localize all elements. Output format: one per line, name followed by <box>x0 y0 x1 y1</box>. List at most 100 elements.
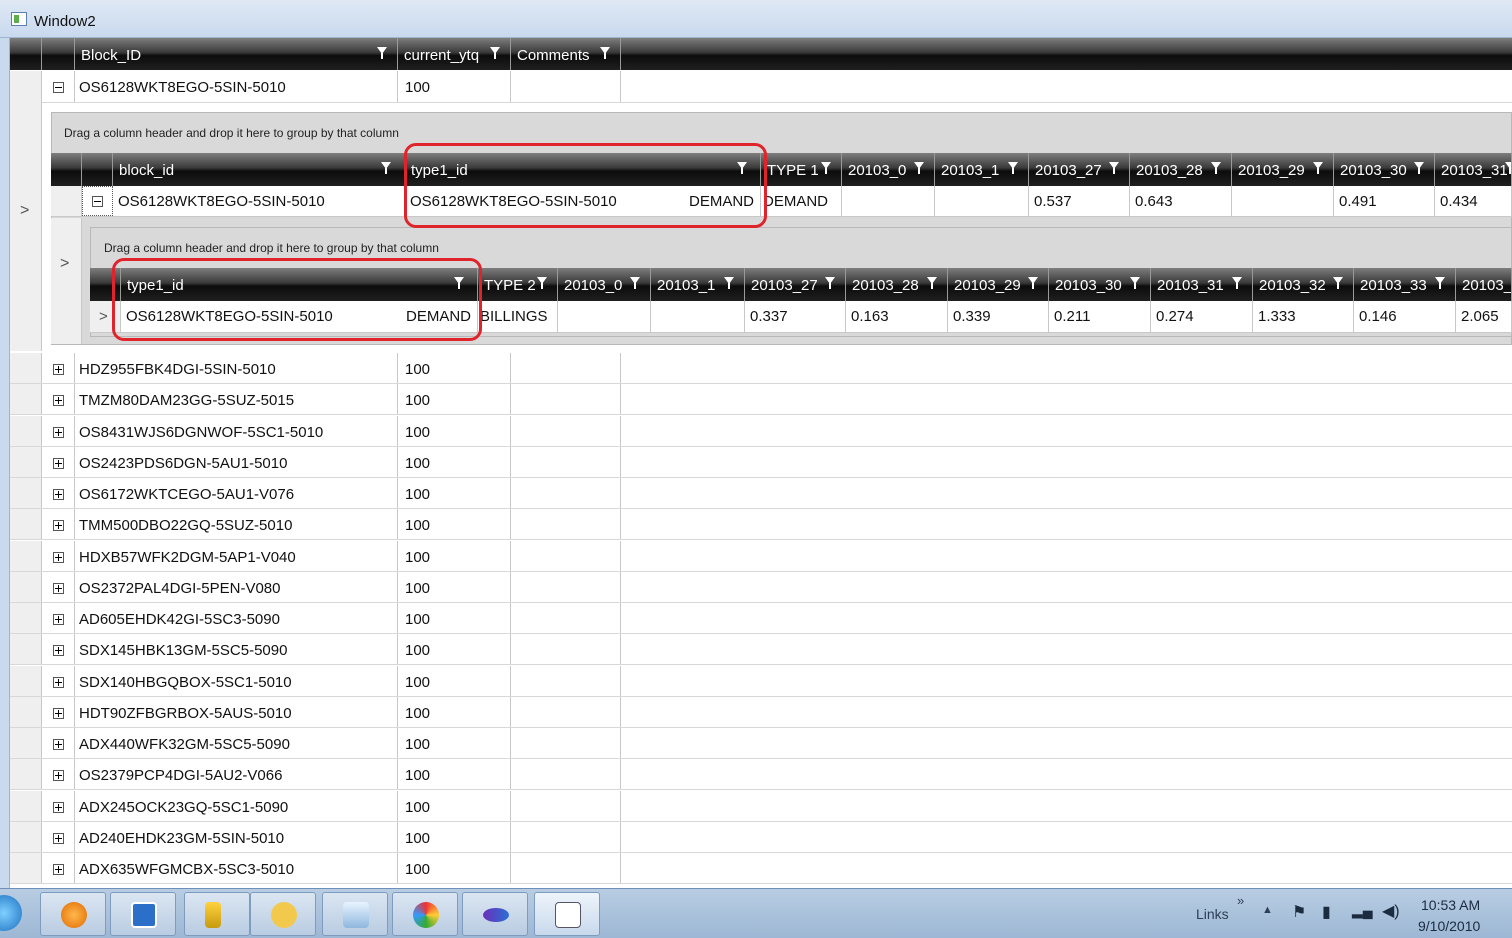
row-selector[interactable] <box>10 416 42 446</box>
comments-cell[interactable] <box>511 572 621 602</box>
value-cell-20103-1[interactable] <box>651 301 745 332</box>
value-cell-20103-28[interactable]: 0.163 <box>846 301 948 332</box>
table-row[interactable]: OS8431WJS6DGNWOF-5SC1-5010 100 <box>10 416 1512 447</box>
row-selector[interactable] <box>10 791 42 821</box>
filter-icon[interactable] <box>1435 277 1445 290</box>
row-selector[interactable] <box>10 759 42 789</box>
column-header-20103-32[interactable]: 20103_32 <box>1253 268 1354 301</box>
expand-icon[interactable] <box>53 489 64 500</box>
row-expander[interactable] <box>42 791 75 821</box>
row-expander[interactable] <box>42 509 75 539</box>
expand-icon[interactable] <box>53 739 64 750</box>
filter-icon[interactable] <box>724 277 734 290</box>
expand-icon[interactable] <box>53 427 64 438</box>
filter-icon[interactable] <box>1008 162 1018 175</box>
detail1-row[interactable]: OS6128WKT8EGO-5SIN-5010 OS6128WKT8EGO-5S… <box>51 186 1512 217</box>
column-header-20103-31[interactable]: 20103_31 <box>1435 153 1512 186</box>
block-id-cell[interactable]: ADX245OCK23GQ-5SC1-5090 <box>75 791 398 821</box>
block-id-cell[interactable]: OS6172WKTCEGO-5AU1-V076 <box>75 478 398 508</box>
network-icon[interactable]: ▂▄ <box>1352 902 1373 919</box>
row-expander[interactable] <box>42 634 75 664</box>
column-header-20103-29[interactable]: 20103_29 <box>948 268 1049 301</box>
volume-icon[interactable]: ◀) <box>1382 901 1400 921</box>
comments-cell[interactable] <box>511 634 621 664</box>
table-row[interactable]: HDXB57WFK2DGM-5AP1-V040 100 <box>10 541 1512 572</box>
current-ytq-cell[interactable]: 100 <box>398 822 511 852</box>
block-id-cell[interactable]: OS6128WKT8EGO-5SIN-5010 <box>75 71 398 102</box>
toolbar-overflow-chevron-icon[interactable]: » <box>1237 893 1244 908</box>
column-header-20103-27[interactable]: 20103_27 <box>745 268 846 301</box>
expand-icon[interactable] <box>53 677 64 688</box>
value-cell-20103-28[interactable]: 0.643 <box>1130 186 1232 216</box>
comments-cell[interactable] <box>511 71 621 102</box>
filter-icon[interactable] <box>927 277 937 290</box>
group-panel-hint[interactable]: Drag a column header and drop it here to… <box>64 126 399 140</box>
type2-cell[interactable]: BILLINGS <box>478 301 558 332</box>
taskbar-button-outlook[interactable] <box>250 892 316 936</box>
comments-cell[interactable] <box>511 384 621 414</box>
value-cell-20103-31[interactable]: 0.274 <box>1151 301 1253 332</box>
row-selector[interactable] <box>10 384 42 414</box>
comments-cell[interactable] <box>511 603 621 633</box>
comments-cell[interactable] <box>511 791 621 821</box>
table-row[interactable]: ADX245OCK23GQ-5SC1-5090 100 <box>10 791 1512 822</box>
table-row[interactable]: OS2372PAL4DGI-5PEN-V080 100 <box>10 572 1512 603</box>
row-selector[interactable] <box>10 697 42 727</box>
row-expander[interactable] <box>42 541 75 571</box>
table-row[interactable]: TMZM80DAM23GG-5SUZ-5015 100 <box>10 384 1512 415</box>
filter-icon[interactable] <box>1109 162 1119 175</box>
block-id-cell[interactable]: SDX140HBGQBOX-5SC1-5010 <box>75 666 398 696</box>
row-expander[interactable] <box>42 853 75 883</box>
collapse-icon[interactable] <box>53 82 64 93</box>
filter-icon[interactable] <box>825 277 835 290</box>
table-row[interactable]: HDZ955FBK4DGI-5SIN-5010 100 <box>10 353 1512 384</box>
filter-icon[interactable] <box>1313 162 1323 175</box>
column-header-current-ytq[interactable]: current_ytq <box>398 38 511 70</box>
row-selector[interactable] <box>10 728 42 758</box>
block-id-cell[interactable]: ADX635WFGMCBX-5SC3-5010 <box>75 853 398 883</box>
filter-icon[interactable] <box>490 47 500 60</box>
current-ytq-cell[interactable]: 100 <box>398 697 511 727</box>
taskbar-button-notepad[interactable] <box>322 892 388 936</box>
value-cell-20103-31[interactable]: 0.434 <box>1435 186 1512 216</box>
row-expander[interactable] <box>42 416 75 446</box>
row-selector[interactable] <box>10 822 42 852</box>
block-id-cell[interactable]: OS2379PCP4DGI-5AU2-V066 <box>75 759 398 789</box>
expand-icon[interactable] <box>53 520 64 531</box>
comments-cell[interactable] <box>511 416 621 446</box>
current-ytq-cell[interactable]: 100 <box>398 634 511 664</box>
expand-icon[interactable] <box>53 645 64 656</box>
comments-cell[interactable] <box>511 822 621 852</box>
show-hidden-icons-icon[interactable]: ▲ <box>1262 904 1273 916</box>
column-header-20103-33[interactable]: 20103_33 <box>1354 268 1456 301</box>
column-header-20103-30[interactable]: 20103_30 <box>1049 268 1151 301</box>
row-expander[interactable] <box>42 572 75 602</box>
current-ytq-cell[interactable]: 100 <box>398 728 511 758</box>
current-ytq-cell[interactable]: 100 <box>398 447 511 477</box>
block-id-cell[interactable]: SDX145HBK13GM-5SC5-5090 <box>75 634 398 664</box>
current-ytq-cell[interactable]: 100 <box>398 759 511 789</box>
table-row[interactable]: OS2423PDS6DGN-5AU1-5010 100 <box>10 447 1512 478</box>
filter-icon[interactable] <box>1414 162 1424 175</box>
filter-icon[interactable] <box>914 162 924 175</box>
current-ytq-cell[interactable]: 100 <box>398 603 511 633</box>
filter-icon[interactable] <box>821 162 831 175</box>
taskbar-button-app-window[interactable] <box>534 892 600 936</box>
value-cell-20103-29[interactable]: 0.339 <box>948 301 1049 332</box>
clock-time[interactable]: 10:53 AM <box>1421 897 1480 913</box>
value-cell-20103-27[interactable]: 0.537 <box>1029 186 1130 216</box>
filter-icon[interactable] <box>1028 277 1038 290</box>
table-row[interactable]: OS6172WKTCEGO-5AU1-V076 100 <box>10 478 1512 509</box>
column-header-comments[interactable]: Comments <box>511 38 621 70</box>
row-expander[interactable] <box>42 697 75 727</box>
expand-icon[interactable] <box>53 552 64 563</box>
comments-cell[interactable] <box>511 697 621 727</box>
block-id-cell[interactable]: HDXB57WFK2DGM-5AP1-V040 <box>75 541 398 571</box>
value-cell-20103-34[interactable]: 2.065 <box>1456 301 1512 332</box>
comments-cell[interactable] <box>511 353 621 383</box>
value-cell-20103-1[interactable] <box>935 186 1029 216</box>
filter-icon[interactable] <box>1211 162 1221 175</box>
column-header-20103-0[interactable]: 20103_0 <box>842 153 935 186</box>
row-expander[interactable] <box>42 478 75 508</box>
filter-icon[interactable] <box>381 162 391 175</box>
